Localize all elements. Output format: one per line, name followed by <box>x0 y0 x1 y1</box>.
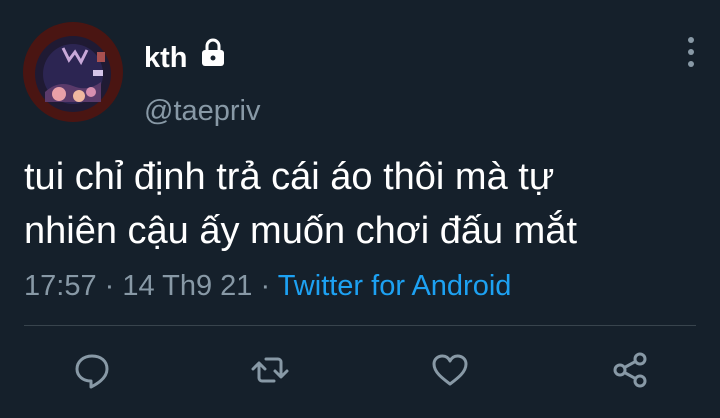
retweet-button[interactable] <box>250 350 290 390</box>
tweet-text-line: tui chỉ định trả cái áo thôi mà tự <box>24 156 555 198</box>
tweet-source-link[interactable]: Twitter for Android <box>278 270 512 302</box>
meta-separator: · <box>252 270 278 302</box>
more-options-icon[interactable] <box>680 34 702 70</box>
display-name[interactable]: kth <box>144 40 188 76</box>
share-button[interactable] <box>610 350 650 390</box>
share-icon <box>613 352 647 388</box>
avatar[interactable] <box>23 22 123 122</box>
like-button[interactable] <box>430 350 470 390</box>
heart-icon <box>432 354 468 386</box>
lock-icon <box>202 38 224 66</box>
tweet-text: tui chỉ định trả cái áo thôi mà tự nhiên… <box>24 150 704 258</box>
reply-button[interactable] <box>72 350 112 390</box>
tweet-text-line: nhiên cậu ấy muốn chơi đấu mắt <box>24 210 578 252</box>
tweet-meta: 17:57 · 14 Th9 21 · Twitter for Android <box>24 266 511 306</box>
avatar-image <box>23 22 123 122</box>
reply-icon <box>75 354 109 389</box>
tweet-date[interactable]: 14 Th9 21 <box>122 270 252 302</box>
meta-separator: · <box>96 270 123 302</box>
retweet-icon <box>251 357 289 383</box>
divider <box>24 325 696 326</box>
tweet-detail: kth @taepriv tui chỉ định trả cái áo thô… <box>0 0 720 418</box>
user-handle[interactable]: @taepriv <box>144 93 260 129</box>
tweet-time[interactable]: 17:57 <box>24 270 97 302</box>
